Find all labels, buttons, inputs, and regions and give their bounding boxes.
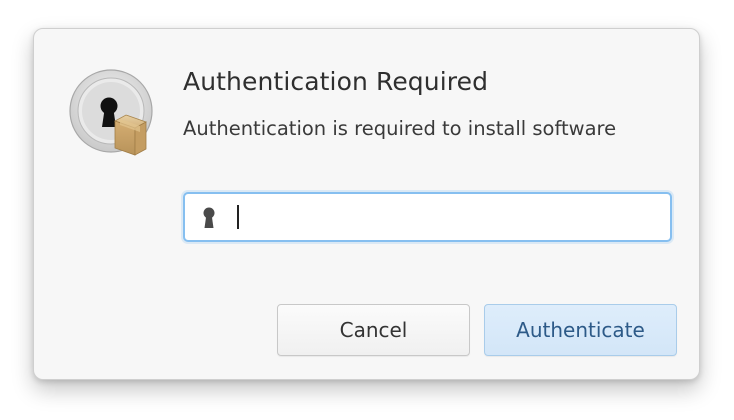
key-icon [203,207,215,228]
text-caret [237,205,239,229]
authenticate-button[interactable]: Authenticate [484,304,677,356]
password-input[interactable] [243,194,663,240]
password-field[interactable] [183,192,672,242]
authentication-dialog: Authentication Required Authentication i… [33,28,700,380]
dialog-title: Authentication Required [183,67,489,96]
cancel-button[interactable]: Cancel [277,304,470,356]
lock-with-package-icon [69,69,153,156]
dialog-message: Authentication is required to install so… [183,117,617,140]
screen: Authentication Required Authentication i… [0,0,734,420]
cancel-button-label: Cancel [339,318,408,342]
authenticate-button-label: Authenticate [516,318,645,342]
